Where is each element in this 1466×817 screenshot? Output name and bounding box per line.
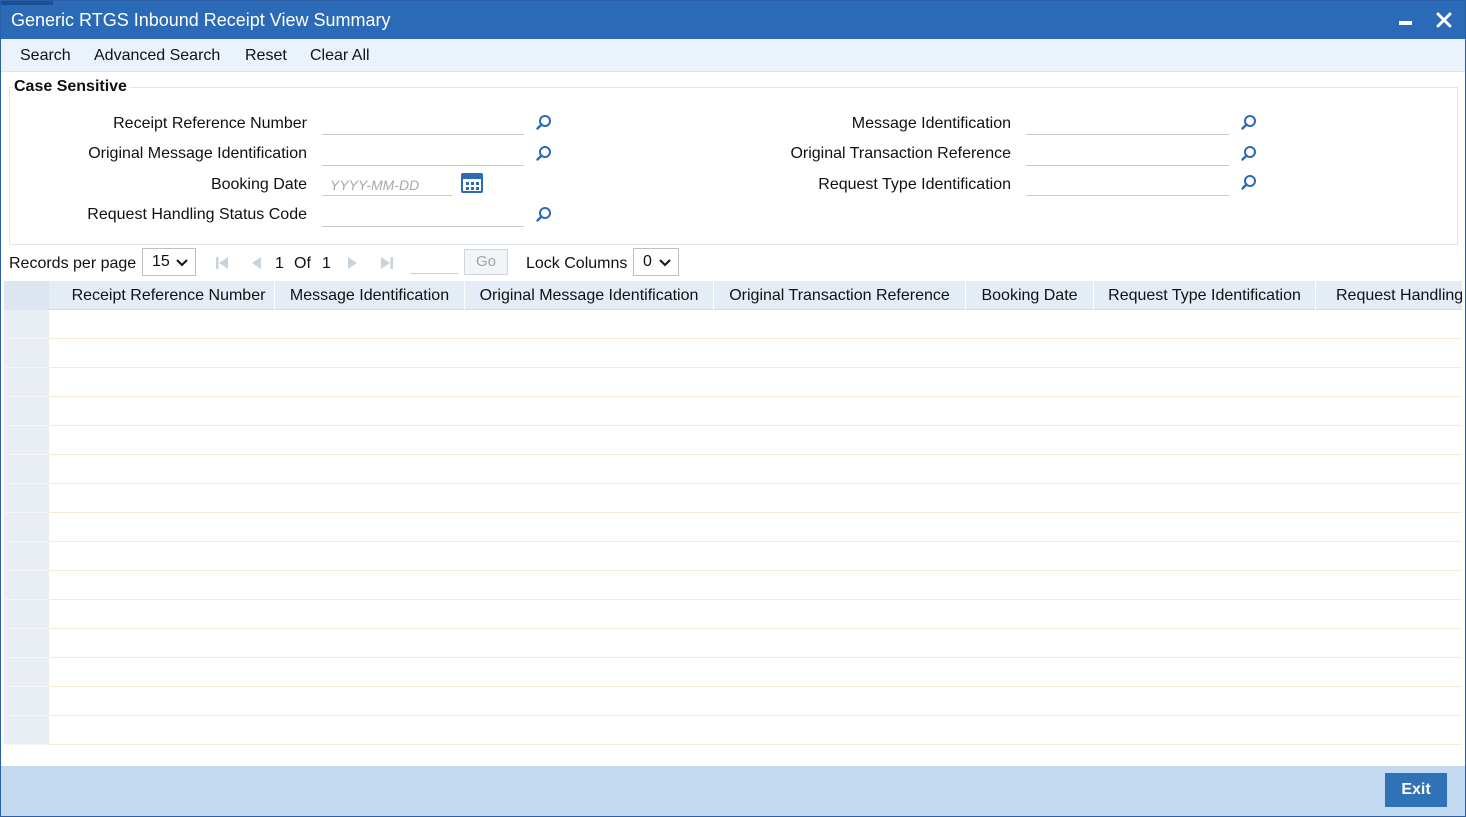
row-selector[interactable]: [4, 339, 49, 368]
search-button[interactable]: Search: [20, 47, 71, 65]
message-identification-input[interactable]: [1026, 113, 1229, 135]
chevron-down-icon: [176, 259, 188, 267]
table-row[interactable]: [4, 542, 1462, 571]
grid-body: [4, 310, 1462, 745]
request-handling-status-code-label: Request Handling Status Code: [87, 206, 307, 223]
lock-columns-select[interactable]: 0: [633, 248, 679, 276]
first-page-icon[interactable]: [214, 255, 230, 271]
table-row[interactable]: [4, 571, 1462, 600]
column-header-receipt-reference-number[interactable]: Receipt Reference Number: [63, 281, 275, 310]
calendar-icon[interactable]: [461, 173, 483, 193]
column-header-message-identification[interactable]: Message Identification: [275, 281, 465, 310]
column-header-original-message-identification[interactable]: Original Message Identification: [465, 281, 714, 310]
title-bar-edge: [1, 1, 53, 5]
page-number-input[interactable]: [410, 250, 458, 274]
original-transaction-reference-label: Original Transaction Reference: [790, 145, 1011, 162]
row-selector[interactable]: [4, 687, 49, 716]
results-grid: Receipt Reference Number Message Identif…: [4, 281, 1462, 745]
minimize-icon[interactable]: [1399, 21, 1412, 25]
table-row[interactable]: [4, 629, 1462, 658]
table-row[interactable]: [4, 368, 1462, 397]
search-icon[interactable]: [1240, 174, 1258, 192]
row-selector[interactable]: [4, 513, 49, 542]
search-icon[interactable]: [535, 206, 553, 224]
total-pages: 1: [322, 255, 331, 272]
booking-date-input[interactable]: [322, 174, 452, 196]
row-selector[interactable]: [4, 397, 49, 426]
original-message-identification-input[interactable]: [322, 144, 524, 166]
row-selector[interactable]: [4, 600, 49, 629]
pagination-bar: Records per page 15 1 Of 1 Go Lock Colum…: [1, 248, 1465, 278]
booking-date-label: Booking Date: [210, 176, 307, 193]
table-row[interactable]: [4, 687, 1462, 716]
lock-columns-label: Lock Columns: [526, 255, 628, 272]
row-selector[interactable]: [4, 542, 49, 571]
table-row[interactable]: [4, 397, 1462, 426]
advanced-search-button[interactable]: Advanced Search: [94, 47, 220, 65]
window-title: Generic RTGS Inbound Receipt View Summar…: [11, 10, 391, 30]
previous-page-icon[interactable]: [248, 255, 264, 271]
select-all-cell[interactable]: [4, 281, 49, 310]
next-page-icon[interactable]: [345, 255, 361, 271]
row-selector[interactable]: [4, 629, 49, 658]
records-per-page-value: 15: [152, 253, 170, 270]
receipt-reference-number-input[interactable]: [322, 113, 524, 135]
records-per-page-label: Records per page: [9, 255, 137, 272]
table-row[interactable]: [4, 716, 1462, 745]
request-type-identification-input[interactable]: [1026, 174, 1229, 196]
summary-window: Generic RTGS Inbound Receipt View Summar…: [0, 0, 1466, 817]
column-header-original-transaction-reference[interactable]: Original Transaction Reference: [714, 281, 966, 310]
exit-button[interactable]: Exit: [1385, 773, 1447, 807]
table-row[interactable]: [4, 658, 1462, 687]
column-header-booking-date[interactable]: Booking Date: [966, 281, 1094, 310]
table-row[interactable]: [4, 484, 1462, 513]
original-transaction-reference-input[interactable]: [1026, 144, 1229, 166]
table-row[interactable]: [4, 513, 1462, 542]
clear-all-button[interactable]: Clear All: [310, 47, 370, 65]
row-selector[interactable]: [4, 658, 49, 687]
row-selector[interactable]: [4, 368, 49, 397]
title-bar: Generic RTGS Inbound Receipt View Summar…: [1, 1, 1465, 39]
footer-bar: Exit: [1, 766, 1465, 816]
original-message-identification-label: Original Message Identification: [88, 145, 307, 162]
table-row[interactable]: [4, 339, 1462, 368]
close-icon[interactable]: [1433, 9, 1455, 31]
last-page-icon[interactable]: [379, 255, 395, 271]
of-label: Of: [294, 255, 311, 272]
table-row[interactable]: [4, 600, 1462, 629]
request-type-identification-label: Request Type Identification: [818, 176, 1011, 193]
message-identification-label: Message Identification: [851, 115, 1011, 132]
grid-header: Receipt Reference Number Message Identif…: [4, 281, 1462, 310]
records-per-page-select[interactable]: 15: [142, 248, 196, 276]
current-page: 1: [275, 255, 284, 272]
search-icon[interactable]: [535, 114, 553, 132]
table-row[interactable]: [4, 455, 1462, 484]
row-selector[interactable]: [4, 310, 49, 339]
chevron-down-icon: [659, 259, 671, 267]
row-selector[interactable]: [4, 484, 49, 513]
column-header-request-type-identification[interactable]: Request Type Identification: [1094, 281, 1316, 310]
case-sensitive-legend: Case Sensitive: [14, 78, 129, 96]
go-button[interactable]: Go: [464, 249, 508, 275]
search-icon[interactable]: [1240, 114, 1258, 132]
row-selector[interactable]: [4, 716, 49, 745]
column-header-request-handling[interactable]: Request Handling: [1316, 281, 1462, 310]
toolbar: Search Advanced Search Reset Clear All: [1, 39, 1465, 72]
row-selector[interactable]: [4, 455, 49, 484]
table-row[interactable]: [4, 426, 1462, 455]
reset-button[interactable]: Reset: [245, 47, 287, 65]
row-selector[interactable]: [4, 426, 49, 455]
search-icon[interactable]: [1240, 145, 1258, 163]
lock-columns-value: 0: [643, 253, 652, 270]
row-selector[interactable]: [4, 571, 49, 600]
search-icon[interactable]: [535, 145, 553, 163]
request-handling-status-code-input[interactable]: [322, 205, 524, 227]
table-row[interactable]: [4, 310, 1462, 339]
receipt-reference-number-label: Receipt Reference Number: [113, 115, 307, 132]
